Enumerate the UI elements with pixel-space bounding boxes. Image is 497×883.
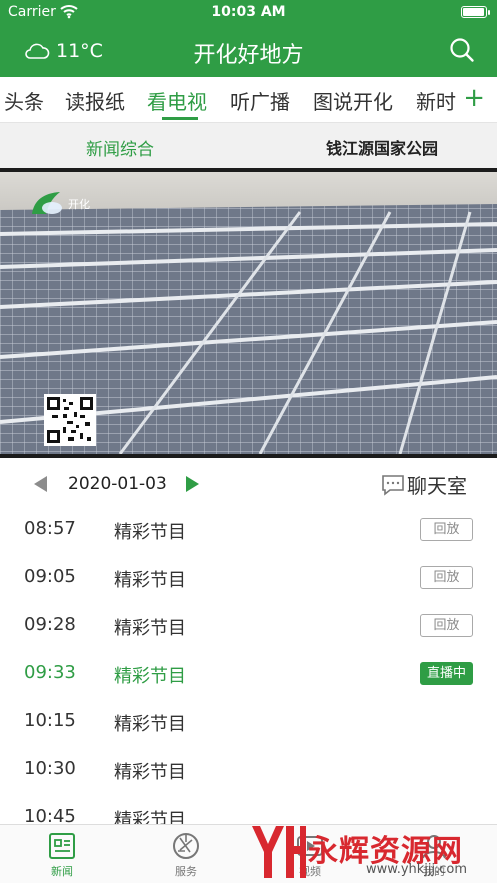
- replay-badge[interactable]: 回放: [420, 518, 473, 541]
- program-time: 10:15: [24, 710, 76, 731]
- program-time: 08:57: [24, 518, 76, 539]
- program-row[interactable]: 10:30 精彩节目: [0, 746, 497, 794]
- status-bar: Carrier 10:03 AM: [0, 0, 497, 24]
- channel-logo: [32, 192, 62, 214]
- tab-newspaper[interactable]: 读报纸: [65, 86, 125, 115]
- page-title: 开化好地方: [193, 43, 304, 68]
- active-tab-indicator: [162, 117, 198, 120]
- aperture-icon: [173, 833, 199, 859]
- search-icon[interactable]: [449, 37, 475, 63]
- program-time: 10:45: [24, 806, 76, 824]
- channel-logo-text: 开化: [68, 198, 90, 211]
- bottom-tab-services[interactable]: 服务: [146, 831, 226, 879]
- program-title: 精彩节目: [114, 666, 186, 687]
- tab-photo-kaihua[interactable]: 图说开化: [313, 86, 393, 115]
- watermark-url: www.yhkjjj.com: [366, 862, 468, 877]
- program-row[interactable]: 09:05 精彩节目 回放: [0, 554, 497, 602]
- chat-bubble-icon: [382, 474, 404, 496]
- bottom-tab-label: 服务: [175, 865, 197, 878]
- schedule-date: 2020-01-03: [68, 474, 167, 494]
- program-title: 精彩节目: [114, 618, 186, 639]
- qr-code: [44, 394, 96, 446]
- tab-tv[interactable]: 看电视: [147, 86, 207, 115]
- battery-icon: [461, 6, 490, 18]
- video-player[interactable]: 开化: [0, 168, 497, 458]
- program-time: 09:05: [24, 566, 76, 587]
- tab-headlines[interactable]: 头条: [4, 86, 44, 115]
- program-title: 精彩节目: [114, 522, 186, 543]
- watermark: 永辉资源网 www.yhkjjj.com: [248, 820, 478, 882]
- prev-day-arrow-icon[interactable]: [34, 476, 47, 492]
- live-badge[interactable]: 直播中: [420, 662, 473, 685]
- category-tabs: 头条 读报纸 看电视 听广播 图说开化 新时 +: [0, 77, 497, 123]
- video-frame: 开化: [0, 172, 497, 454]
- program-time: 09:33: [24, 662, 76, 683]
- program-row[interactable]: 09:28 精彩节目 回放: [0, 602, 497, 650]
- news-icon: [49, 833, 75, 859]
- program-title: 精彩节目: [114, 762, 186, 783]
- clock: 10:03 AM: [211, 4, 286, 20]
- watermark-logo-icon: [252, 826, 306, 878]
- bottom-tab-label: 新闻: [51, 865, 73, 878]
- chat-room-button[interactable]: 聊天室: [381, 470, 467, 499]
- replay-badge[interactable]: 回放: [420, 614, 473, 637]
- program-list: 08:57 精彩节目 回放 09:05 精彩节目 回放 09:28 精彩节目 回…: [0, 506, 497, 824]
- channel-news[interactable]: 新闻综合: [86, 135, 154, 160]
- program-row-live[interactable]: 09:33 精彩节目 直播中: [0, 650, 497, 698]
- program-title: 精彩节目: [114, 570, 186, 591]
- app-header: 11°C 开化好地方: [0, 24, 497, 77]
- program-title: 精彩节目: [114, 810, 186, 824]
- chat-room-label: 聊天室: [407, 474, 467, 498]
- bottom-tab-news[interactable]: 新闻: [22, 831, 102, 879]
- channel-tabs: 新闻综合 钱江源国家公园: [0, 123, 497, 168]
- replay-badge[interactable]: 回放: [420, 566, 473, 589]
- next-day-arrow-icon[interactable]: [186, 476, 199, 492]
- channel-qianjiangyuan[interactable]: 钱江源国家公园: [326, 135, 438, 159]
- tab-new-era[interactable]: 新时: [416, 86, 456, 115]
- add-tab-button[interactable]: +: [457, 83, 485, 113]
- program-row[interactable]: 08:57 精彩节目 回放: [0, 506, 497, 554]
- program-title: 精彩节目: [114, 714, 186, 735]
- program-time: 10:30: [24, 758, 76, 779]
- schedule-date-bar: 2020-01-03 聊天室: [0, 458, 497, 510]
- tab-radio[interactable]: 听广播: [230, 86, 290, 115]
- program-time: 09:28: [24, 614, 76, 635]
- program-row[interactable]: 10:15 精彩节目: [0, 698, 497, 746]
